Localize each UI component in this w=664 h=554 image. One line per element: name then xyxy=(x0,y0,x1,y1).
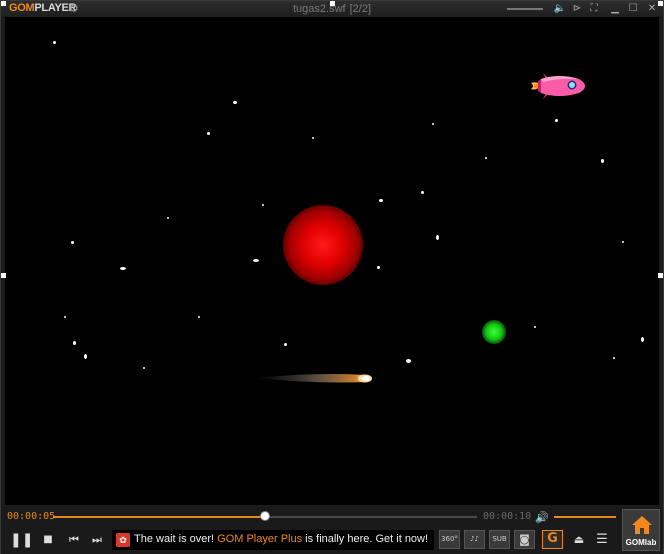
notice-part1: The wait is over! xyxy=(134,533,218,545)
resize-handle[interactable] xyxy=(658,273,663,278)
star xyxy=(284,343,287,346)
file-name: tugas2.swf xyxy=(293,3,346,15)
playback-controls-icon[interactable]: ⊳ xyxy=(569,1,585,17)
seek-bar-progress xyxy=(53,516,265,518)
equalizer-button[interactable]: ♪♪ xyxy=(464,530,485,549)
star xyxy=(485,157,487,159)
star xyxy=(312,137,314,139)
stop-button[interactable]: ■ xyxy=(38,530,58,550)
notice-text: The wait is over! GOM Player Plus is fin… xyxy=(134,533,428,545)
gomlab-button[interactable]: GOMlab xyxy=(622,509,660,551)
notice-part2: is finally here. Get it now! xyxy=(302,533,429,545)
pause-button[interactable]: ❚❚ xyxy=(10,530,34,550)
volume-icon[interactable]: 🔊 xyxy=(535,511,549,524)
volume-slider[interactable] xyxy=(554,516,616,518)
menu-button[interactable]: ☰ xyxy=(592,530,612,550)
gom-player-window: GOMPLAYER ⚙ tugas2.swf[2/2] 🔈 ⊳ ⛶ ▁ ☐ ✕ xyxy=(0,0,664,554)
resize-handle[interactable] xyxy=(1,1,6,6)
compact-mode-icon[interactable]: ⛶ xyxy=(586,1,602,17)
star xyxy=(253,259,259,262)
star xyxy=(84,354,87,359)
subtitle-button[interactable]: SUB xyxy=(489,530,510,549)
red-planet xyxy=(283,205,363,285)
star xyxy=(71,241,74,244)
star xyxy=(534,326,536,328)
pause-icon: ❚❚ xyxy=(10,532,34,548)
star xyxy=(622,241,624,243)
star xyxy=(53,41,56,44)
maximize-icon[interactable]: ☐ xyxy=(625,1,641,17)
total-time: 00:00:10 xyxy=(483,511,532,522)
next-icon: ⏭ xyxy=(92,533,102,546)
seek-bar-row: 00:00:05 00:00:10 🔊 xyxy=(1,507,663,527)
star xyxy=(262,204,264,206)
comet xyxy=(255,374,372,383)
star xyxy=(432,123,434,125)
volume-level xyxy=(554,516,616,518)
star xyxy=(421,191,424,194)
title-volume-slider[interactable] xyxy=(507,8,543,10)
capture-button[interactable]: ◙ xyxy=(514,530,535,549)
previous-button[interactable]: ⏮ xyxy=(64,530,84,550)
video-area[interactable] xyxy=(5,17,659,505)
eject-button[interactable]: ⏏ xyxy=(569,530,589,550)
playlist-position: [2/2] xyxy=(349,3,371,15)
camera-icon: ◙ xyxy=(519,533,530,546)
stop-icon: ■ xyxy=(43,534,53,545)
star xyxy=(73,341,76,345)
gom-button[interactable]: G xyxy=(542,530,563,549)
volume-icon[interactable]: 🔈 xyxy=(552,1,568,17)
vr-360-button[interactable]: 360° xyxy=(439,530,460,549)
notice-highlight[interactable]: GOM Player Plus xyxy=(217,533,302,545)
star xyxy=(601,159,604,163)
star xyxy=(64,316,66,318)
home-icon xyxy=(632,516,652,534)
notice-icon: ✿ xyxy=(116,533,130,547)
green-planet xyxy=(482,320,506,344)
star xyxy=(120,267,126,270)
minimize-icon[interactable]: ▁ xyxy=(607,1,623,17)
gomlab-label: GOMlab xyxy=(625,538,657,547)
star xyxy=(555,119,558,122)
menu-icon: ☰ xyxy=(596,532,608,547)
star xyxy=(198,316,200,318)
eject-icon: ⏏ xyxy=(573,533,585,546)
star xyxy=(613,357,615,359)
current-time: 00:00:05 xyxy=(7,511,56,522)
next-button[interactable]: ⏭ xyxy=(87,530,107,550)
star xyxy=(377,266,380,269)
promo-notice[interactable]: ✿ The wait is over! GOM Player Plus is f… xyxy=(112,530,434,550)
star xyxy=(167,217,169,219)
star xyxy=(143,367,145,369)
star xyxy=(233,101,237,104)
seek-thumb[interactable] xyxy=(260,511,270,521)
resize-handle[interactable] xyxy=(330,1,335,6)
star xyxy=(641,337,644,342)
resize-handle[interactable] xyxy=(658,1,663,6)
resize-handle[interactable] xyxy=(1,273,6,278)
previous-icon: ⏮ xyxy=(69,533,79,546)
star xyxy=(379,199,383,202)
rocket xyxy=(531,73,585,99)
star xyxy=(207,132,210,135)
star xyxy=(406,359,411,363)
star xyxy=(436,235,439,240)
